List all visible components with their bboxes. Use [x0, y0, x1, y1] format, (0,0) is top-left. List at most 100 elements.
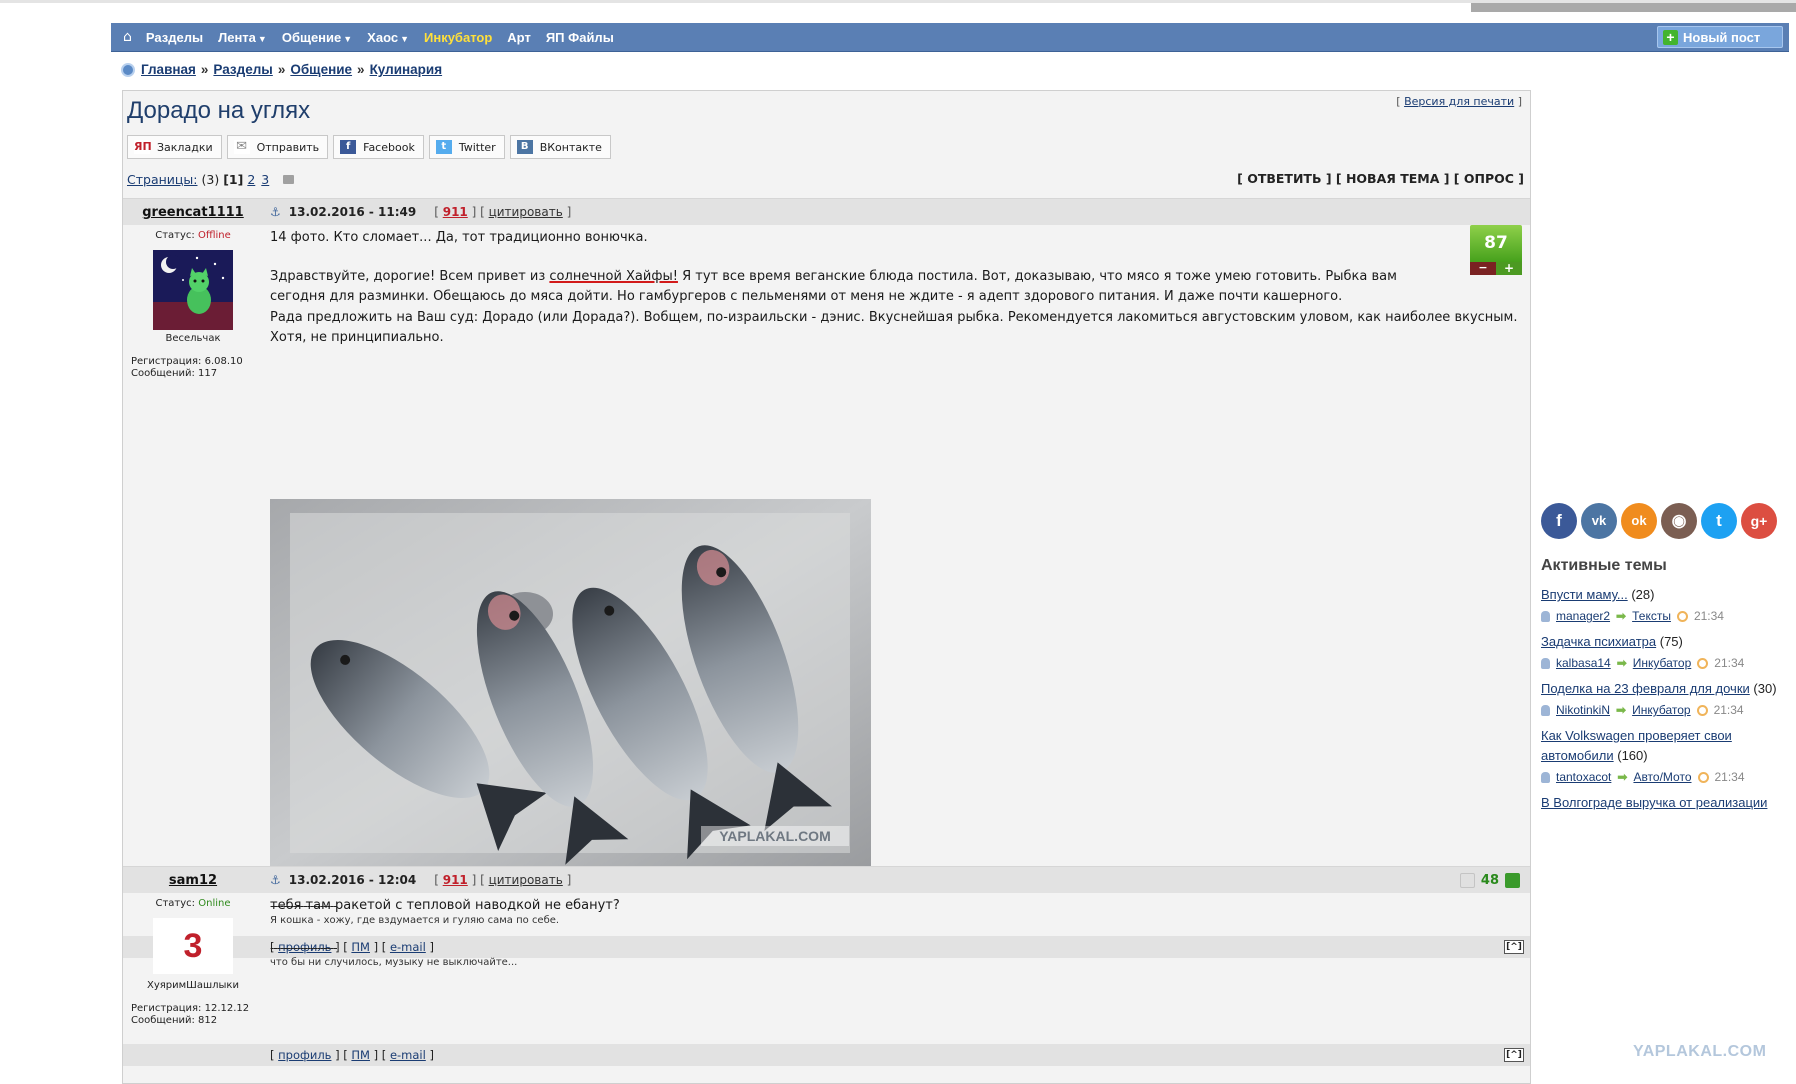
share-bar: ЯП Закладки ✉ Отправить f Facebook t Twitter…: [127, 135, 611, 159]
anchor-icon[interactable]: ⚓: [270, 867, 281, 894]
breadcrumb-razdely[interactable]: Разделы: [213, 62, 272, 77]
page-link-3[interactable]: 3: [261, 172, 269, 187]
signature-block: что бы ни случилось, музыку не выключайт…: [270, 956, 517, 969]
user-title: ХуяримШашлыки: [147, 980, 239, 991]
nav-item-files[interactable]: ЯП Файлы: [546, 30, 614, 45]
twitter-icon[interactable]: t: [1701, 503, 1737, 539]
post-header: sam12 ⚓ 13.02.2016 - 12:04 [ 911 ] [ цит…: [123, 866, 1530, 893]
topic-section-link[interactable]: Инкубатор: [1633, 653, 1692, 673]
share-twitter-button[interactable]: t Twitter: [428, 135, 505, 159]
active-topics-title: Активные темы: [1541, 557, 1667, 574]
list-item: Как Volkswagen проверяет свои автомобили…: [1541, 726, 1786, 787]
page-link-2[interactable]: 2: [247, 172, 255, 187]
topic-section-link[interactable]: Тексты: [1632, 606, 1671, 626]
vk-icon: B: [516, 140, 533, 154]
rating-value: 87: [1470, 225, 1522, 262]
post-footer: [ профиль ] [ ПМ ] [ e-mail ] [^]: [123, 1044, 1530, 1066]
nav-item-art[interactable]: Арт: [507, 30, 531, 45]
quote-link[interactable]: цитировать: [489, 873, 563, 887]
topic-user-link[interactable]: kalbasa14: [1556, 653, 1611, 673]
home-icon[interactable]: ⌂: [111, 29, 146, 45]
email-link[interactable]: e-mail: [390, 1048, 426, 1062]
haifa-link[interactable]: солнечной Хайфы!: [549, 269, 678, 284]
breadcrumb-home[interactable]: Главная: [141, 62, 196, 77]
post-number[interactable]: 911: [443, 205, 468, 219]
nav-item-inkubator[interactable]: Инкубатор: [424, 30, 492, 45]
topic-actions[interactable]: [ ОТВЕТИТЬ ] [ НОВАЯ ТЕМА ] [ ОПРОС ]: [1237, 171, 1524, 186]
profile-link[interactable]: профиль: [278, 1048, 331, 1062]
post-number[interactable]: 911: [443, 873, 468, 887]
breadcrumb-icon: [121, 62, 135, 77]
nav-item-razdely[interactable]: Разделы: [146, 30, 203, 45]
post-author: greencat1111: [123, 199, 263, 226]
chevron-down-icon: ▼: [257, 33, 267, 44]
odnoklassniki-icon[interactable]: ok: [1621, 503, 1657, 539]
topic-user-link[interactable]: manager2: [1556, 606, 1610, 626]
nav-item-lenta[interactable]: Лента ▼: [218, 30, 267, 45]
author-link[interactable]: sam12: [169, 873, 217, 888]
post-rating: 48: [1459, 873, 1520, 888]
rating-plus-button[interactable]: [1505, 873, 1520, 888]
author-link[interactable]: greencat1111: [142, 205, 243, 220]
breadcrumb: Главная » Разделы » Общение » Кулинария: [121, 62, 442, 77]
author-panel: Статус: Offline Весельчак Регистрация: 6…: [123, 225, 263, 380]
facebook-icon: f: [340, 140, 357, 154]
breadcrumb-obshchenie[interactable]: Общение: [290, 62, 352, 77]
user-icon: [1541, 771, 1550, 783]
anchor-icon[interactable]: ⚓: [270, 199, 281, 226]
post-rating: 87 − +: [1470, 225, 1522, 275]
topic-link[interactable]: Поделка на 23 февраля для дочки: [1541, 681, 1750, 696]
rating-minus-button[interactable]: −: [1470, 262, 1496, 275]
photo-watermark: YAPLAKAL.COM: [719, 828, 831, 844]
list-item: Впусти маму... (28) manager2 ➡ Тексты 21:34: [1541, 585, 1786, 626]
rating-minus-button[interactable]: [1459, 873, 1475, 888]
avatar[interactable]: 3: [153, 918, 233, 974]
share-facebook-button[interactable]: f Facebook: [333, 135, 424, 159]
chevron-down-icon: ▼: [400, 33, 409, 44]
topic-link[interactable]: Впусти маму...: [1541, 587, 1628, 602]
user-icon: [1541, 704, 1550, 716]
clock-icon: [1696, 704, 1708, 716]
rating-plus-button[interactable]: +: [1496, 262, 1522, 275]
status-badge: Offline: [197, 230, 231, 241]
new-post-button[interactable]: + Новый пост: [1657, 26, 1783, 48]
share-send-button[interactable]: ✉ Отправить: [226, 135, 329, 159]
print-version-link[interactable]: Версия для печати: [1404, 95, 1514, 108]
nav-item-khaos[interactable]: Хаос ▼: [367, 30, 409, 45]
nav-item-obshchenie[interactable]: Общение ▼: [282, 30, 352, 45]
google-plus-icon[interactable]: g+: [1741, 503, 1777, 539]
user-stats: Регистрация: 6.08.10 Сообщений: 117: [131, 356, 243, 379]
arrow-right-icon: ➡: [1616, 656, 1627, 670]
main-nav: ⌂ Разделы Лента ▼ Общение ▼ Хаос ▼ Инкубато…: [111, 23, 1789, 52]
share-vk-button[interactable]: B ВКонтакте: [509, 135, 611, 159]
post-photo[interactable]: YAPLAKAL.COM: [270, 499, 871, 867]
quote-link[interactable]: цитировать: [489, 205, 563, 219]
social-links: f vk ok ◉ t g+: [1541, 503, 1786, 539]
topic-link[interactable]: В Волгограде выручка от реализации: [1541, 795, 1767, 810]
pm-link[interactable]: ПМ: [351, 1048, 370, 1062]
instagram-icon[interactable]: ◉: [1661, 503, 1697, 539]
share-bookmarks-button[interactable]: ЯП Закладки: [127, 135, 222, 159]
topic-section-link[interactable]: Авто/Мото: [1633, 767, 1691, 787]
topic-section-link[interactable]: Инкубатор: [1632, 700, 1691, 720]
plus-icon: +: [1663, 29, 1678, 45]
breadcrumb-kulinaria[interactable]: Кулинария: [370, 62, 443, 77]
post-header: greencat1111 ⚓ 13.02.2016 - 11:49 [ 911 …: [123, 198, 1530, 225]
vk-icon[interactable]: vk: [1581, 503, 1617, 539]
post-text: Рада предложить на Ваш суд: Дорадо (или …: [270, 310, 1518, 345]
topic-link[interactable]: Задачка психиатра: [1541, 634, 1656, 649]
scroll-top-button[interactable]: [^]: [1504, 1048, 1524, 1062]
post-author: sam12: [123, 867, 263, 894]
topic-user-link[interactable]: NikotinkiN: [1556, 700, 1610, 720]
facebook-icon[interactable]: f: [1541, 503, 1577, 539]
avatar[interactable]: [153, 250, 233, 330]
signature: что бы ни случилось, музыку не выключайт…: [270, 957, 518, 968]
pages-label[interactable]: Страницы:: [127, 172, 198, 187]
list-item: В Волгограде выручка от реализации: [1541, 793, 1786, 813]
topic-user-link[interactable]: tantoxacot: [1556, 767, 1611, 787]
pages-dropdown-icon[interactable]: [283, 175, 295, 184]
post-text: Здравствуйте, дорогие! Всем привет из со…: [270, 269, 1397, 304]
post-meta: ⚓ 13.02.2016 - 11:49 [ 911 ] [ цитироват…: [270, 199, 571, 226]
arrow-right-icon: ➡: [1617, 770, 1628, 784]
yap-icon: ЯП: [134, 140, 152, 154]
